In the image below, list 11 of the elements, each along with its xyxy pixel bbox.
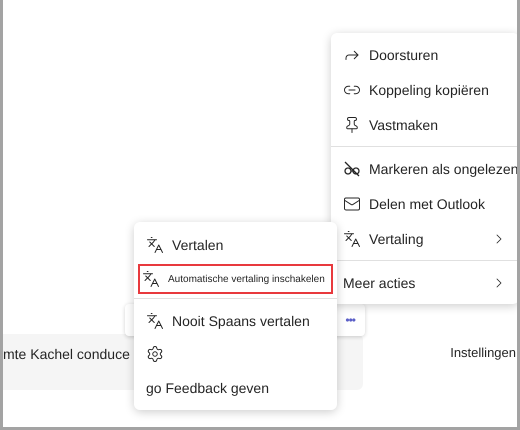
menu-item[interactable]: Koppeling kopiëren [331, 72, 517, 107]
menu-item[interactable]: go Feedback geven [134, 370, 337, 406]
menu-item[interactable]: Meer acties [331, 265, 517, 300]
message-text: mte Kachel conduce [3, 346, 130, 362]
more-options-button[interactable]: ••• [345, 313, 355, 327]
menu-item[interactable]: Delen met Outlook [331, 186, 517, 221]
menu-item[interactable]: Doorsturen [331, 37, 517, 72]
settings-text: Instellingen [450, 345, 516, 360]
menu-item[interactable]: Vastmaken [331, 107, 517, 142]
menu-item[interactable]: Nooit Spaans vertalen [134, 303, 337, 338]
menu-item[interactable]: Automatische vertaling inschakelen [138, 264, 333, 294]
